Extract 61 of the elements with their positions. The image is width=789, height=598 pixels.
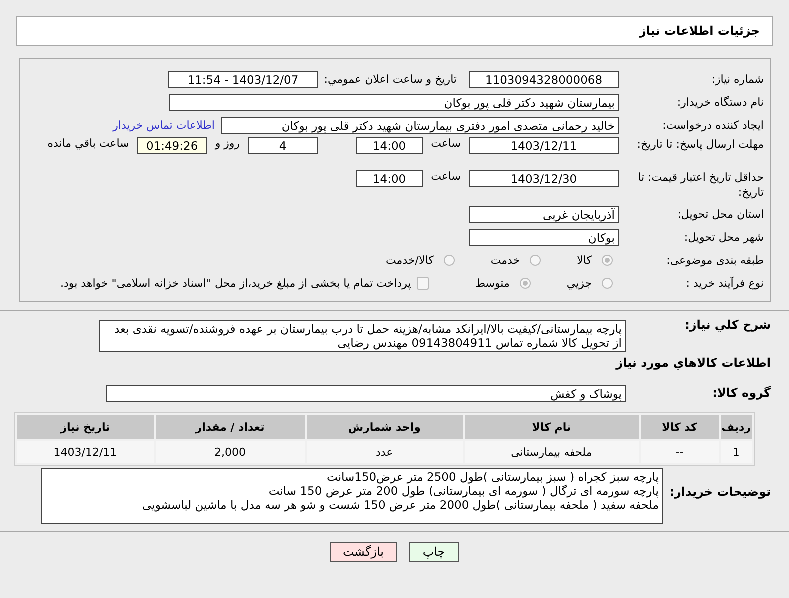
need-number-field: 1103094328000068 <box>469 70 619 88</box>
page-title: جزئیات اطلاعات نیاز <box>639 24 760 38</box>
buyer-contact-link[interactable]: اطلاعات تماس خریدار <box>113 118 215 132</box>
deadline-date-field: 1403/12/11 <box>469 137 619 154</box>
province-field: آذربایجان غربی <box>469 206 619 222</box>
radio-label: کالا <box>577 254 592 266</box>
column-header: ردیف <box>720 415 752 439</box>
radio-button[interactable] <box>530 254 542 266</box>
column-header: واحد شمارش <box>306 415 463 439</box>
field-label: استان محل تحویل: <box>676 206 765 222</box>
remaining-time-field: 01:49:26 <box>137 137 208 154</box>
table-cell: ملحفه بیمارستانی <box>464 441 639 463</box>
print-button[interactable]: چاپ <box>409 542 459 562</box>
checkbox-label: پرداخت تمام یا بخشی از مبلغ خرید،از محل "اسناد خزانه اسلامی" خواهد بود. <box>60 276 412 290</box>
goods-group-field: پوشاک و کفش <box>106 384 626 402</box>
validity-date-field: 1403/12/30 <box>469 170 619 187</box>
column-header: تعداد / مقدار <box>156 415 305 439</box>
field-label: نوع فرآیند خرید : <box>685 276 765 290</box>
announce-date-field: 1403/12/07 - 11:54 <box>168 70 318 88</box>
field-label: شماره نیاز: <box>710 72 765 86</box>
column-header: تاریخ نیاز <box>17 415 154 439</box>
field-label: نام دستگاه خریدار: <box>676 94 765 110</box>
table-cell: 2,000 <box>156 441 305 463</box>
field-label: ایجاد کننده درخواست: <box>662 118 765 132</box>
radio-label: جزیي <box>566 276 592 290</box>
radio-label: خدمت <box>490 254 520 266</box>
checkbox[interactable] <box>417 276 430 290</box>
field-label: مهلت ارسال پاسخ: تا تاریخ: <box>636 137 765 152</box>
radio-button[interactable] <box>444 254 455 266</box>
buyer-field: بیمارستان شهید دکتر قلی پور بوکان <box>169 94 619 110</box>
radio-button[interactable] <box>602 278 613 288</box>
table-cell: 1403/12/11 <box>17 441 154 463</box>
column-header: نام کالا <box>464 415 639 439</box>
table-cell: عدد <box>306 441 463 463</box>
remaining-label: ساعت باقي مانده <box>48 137 130 150</box>
radio-label: متوسط <box>475 276 510 290</box>
radio-button[interactable] <box>602 254 613 266</box>
table-cell: 1 <box>720 441 752 463</box>
notes-textarea[interactable]: پارچه سبز کجراه ( سبز بیمارستانی )طول 2500 متر عرض150سانت پارچه سورمه ای ترگال ( سورمه ای بیمارستانی) طول 200 متر عرض 150 سانت ملحفه سفید ( ملحفه بیمارستانی )طول 2000 متر عرض 150 شست و شو هر سه مدل با ماشین لباسشویی <box>41 468 663 524</box>
back-button[interactable]: بازگشت <box>330 542 397 562</box>
radio-button[interactable] <box>520 278 531 288</box>
field-label: تاریخ و ساعت اعلان عمومي: <box>324 72 457 86</box>
summary-textarea[interactable]: پارچه بیمارستانی/کیفیت بالا/ایرانکد مشابه/هزینه حمل تا درب بیمارستان بر عهده فروشنده/تسویه نقدی بعد از تحویل کالا شماره تماس 09143804911 مهندس رضایی <box>99 320 626 352</box>
days-label: روز و <box>215 137 240 150</box>
field-label: توضیحات خریدار: <box>668 484 772 500</box>
column-header: کد کالا <box>640 415 719 439</box>
creator-field: خالید رحمانی متصدی امور دفتری بیمارستان شهید دکتر قلی پور بوکان <box>221 116 619 134</box>
validity-time-field: 14:00 <box>356 170 424 187</box>
field-label: حداقل تاریخ اعتبار قیمت: تا تاریخ: <box>637 170 765 200</box>
field-label: گروه کالا: <box>712 386 772 400</box>
field-label: طبقه بندی موضوعی: <box>666 252 765 268</box>
field-label: شهر محل تحویل: <box>683 230 765 244</box>
time-label: ساعت <box>431 137 461 150</box>
field-label: شرح کلي نياز: <box>684 318 772 333</box>
days-field: 4 <box>248 137 318 154</box>
table-cell: -- <box>640 441 719 463</box>
city-field: بوکان <box>469 228 619 246</box>
deadline-time-field: 14:00 <box>356 137 424 154</box>
radio-label: کالا/خدمت <box>386 254 434 266</box>
section-heading: اطلاعات کالاهاي مورد نياز <box>614 356 772 370</box>
time-label: ساعت <box>431 170 461 183</box>
